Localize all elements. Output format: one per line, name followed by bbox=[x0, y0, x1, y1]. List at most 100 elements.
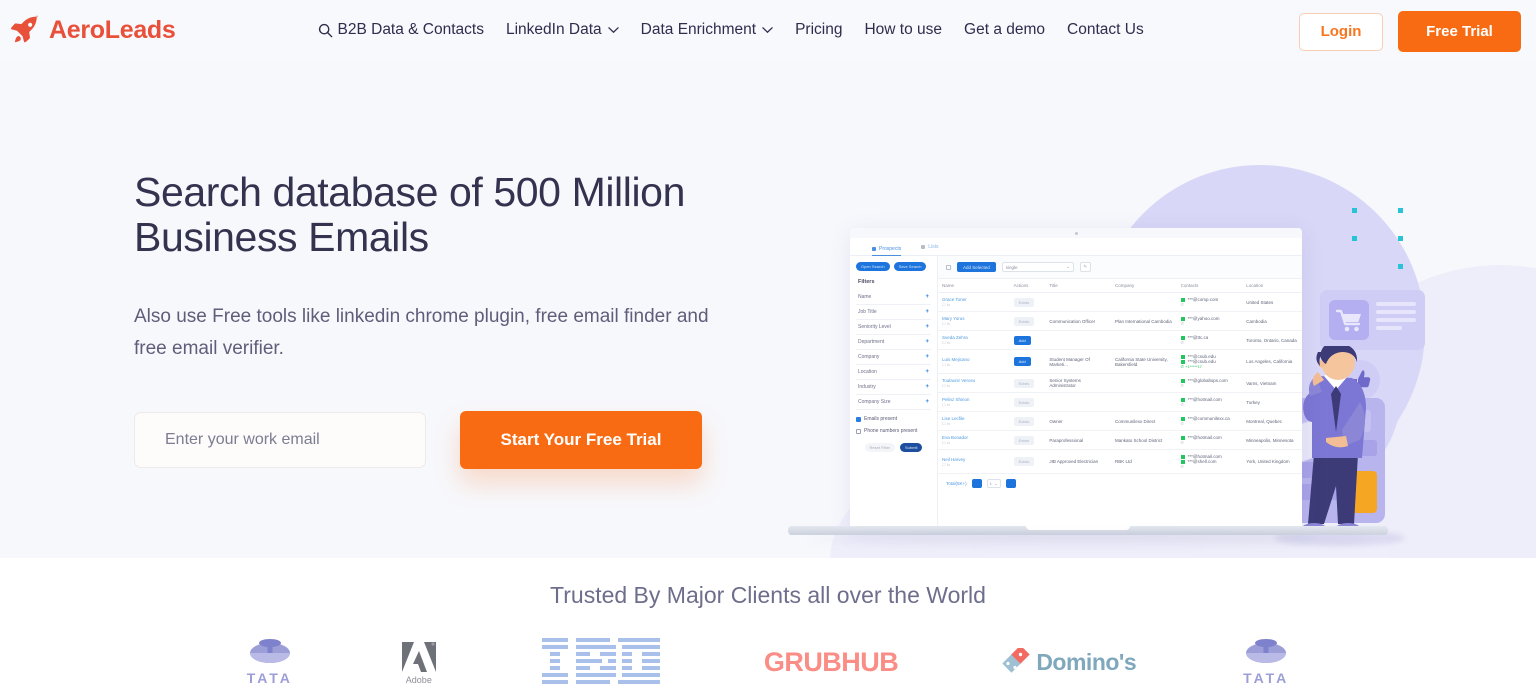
row-company: Plan International Cambodia bbox=[1111, 311, 1177, 331]
select-all-checkbox[interactable] bbox=[946, 264, 951, 270]
nav-item-pricing[interactable]: Pricing bbox=[784, 15, 853, 45]
filter-label: Location bbox=[858, 369, 877, 375]
filter-row-job-title[interactable]: Job Title + bbox=[856, 305, 931, 320]
row-company: California State University, Bakersfield bbox=[1111, 349, 1177, 374]
row-company bbox=[1111, 392, 1177, 412]
filter-row-company-size[interactable]: Company Size + bbox=[856, 395, 931, 410]
table-row[interactable]: Toulaxnir Veroso ☐ in Exists Senior Syste… bbox=[938, 373, 1302, 393]
row-action[interactable]: Exists bbox=[1013, 378, 1035, 388]
save-search-button[interactable]: Save Search bbox=[893, 262, 927, 271]
checkbox-label: Emails present bbox=[864, 416, 898, 422]
free-trial-button[interactable]: Free Trial bbox=[1398, 11, 1521, 52]
app-body: Open Search Save Search Filters Name + J… bbox=[850, 256, 1302, 530]
row-name[interactable]: Lise Lecfile bbox=[942, 416, 1006, 421]
row-name[interactable]: Mary Yorus bbox=[942, 316, 1006, 321]
row-location: United States bbox=[1242, 292, 1302, 312]
edit-icon[interactable]: ✎ bbox=[1079, 262, 1091, 272]
checkbox-label: Phone numbers present bbox=[864, 428, 918, 434]
submit-button[interactable]: Submit bbox=[900, 443, 923, 452]
tab-prospects[interactable]: Prospects bbox=[872, 238, 902, 256]
nav-item-contact-us[interactable]: Contact Us bbox=[1056, 15, 1155, 45]
filter-row-location[interactable]: Location + bbox=[856, 365, 931, 380]
tata-logo-text: TATA bbox=[1243, 670, 1290, 686]
dominos-logo-text: Domino's bbox=[1036, 648, 1137, 675]
table-row[interactable]: Neil Harvey ☐ in Exists JIB Approved Elec… bbox=[938, 449, 1302, 474]
row-action[interactable]: Exists bbox=[1013, 416, 1035, 426]
row-action[interactable]: Exists bbox=[1013, 297, 1035, 307]
row-action[interactable]: Exists bbox=[1013, 316, 1035, 326]
row-email: ***@comp.com bbox=[1187, 297, 1219, 302]
list-select[interactable]: single ⌄ bbox=[1001, 262, 1074, 272]
brand-logo[interactable]: AeroLeads bbox=[10, 15, 176, 45]
nav-item-data-enrichment[interactable]: Data Enrichment bbox=[630, 15, 784, 45]
row-name[interactable]: Pelinz Shinon bbox=[942, 397, 1006, 402]
tab-lists[interactable]: Lists bbox=[921, 244, 939, 250]
table-row[interactable]: Lise Lecfile ☐ in Exists Owner Communilex… bbox=[938, 411, 1302, 431]
tata-logo-icon bbox=[1246, 639, 1287, 663]
login-button[interactable]: Login bbox=[1299, 12, 1383, 51]
nav-item-b2b-data-contacts[interactable]: B2B Data & Contacts bbox=[314, 15, 495, 45]
row-action[interactable]: Exists bbox=[1013, 457, 1035, 466]
row-location: Vams, Vietnam bbox=[1242, 373, 1302, 393]
filter-row-company[interactable]: Company + bbox=[856, 350, 931, 365]
hero-subtitle: Also use Free tools like linkedin chrome… bbox=[134, 306, 709, 360]
row-action[interactable]: Exists bbox=[1013, 397, 1035, 407]
nav-label: LinkedIn Data bbox=[505, 21, 602, 38]
open-search-button[interactable]: Open Search bbox=[856, 262, 890, 271]
prev-page-button[interactable] bbox=[971, 479, 982, 488]
row-name[interactable]: Eva Bonador bbox=[942, 435, 1006, 440]
row-name[interactable]: Sveda Zehra bbox=[942, 335, 1006, 340]
nav-label: Pricing bbox=[795, 21, 843, 38]
client-logos: TATA Adobe GRUBHUB Domino's TATA bbox=[0, 637, 1536, 687]
plus-icon: + bbox=[925, 354, 929, 360]
nav-item-linkedin-data[interactable]: LinkedIn Data bbox=[495, 15, 630, 45]
table-row[interactable]: Mary Yorus ☐ in Exists Communication Offi… bbox=[938, 311, 1302, 331]
row-name[interactable]: Luis Mejicano bbox=[942, 357, 1006, 362]
logo-tata-2: TATA bbox=[1240, 637, 1292, 687]
phone-icon: ✆ bbox=[1180, 464, 1184, 469]
table-row[interactable]: Pelinz Shinon ☐ in Exists ***@hotmail.com… bbox=[938, 392, 1302, 412]
row-name[interactable]: Grace Toner bbox=[942, 297, 1006, 302]
table-row[interactable]: Sveda Zehra ☐ in Add ***@ttc.ca ✆ Toronto,… bbox=[938, 330, 1302, 350]
row-action[interactable]: Add bbox=[1013, 335, 1031, 345]
page-select[interactable]: 1 ⌄ bbox=[986, 479, 1001, 488]
filter-actions: Reset Filter Submit bbox=[856, 443, 931, 452]
row-social-icons: ☐ in bbox=[942, 361, 950, 367]
row-name[interactable]: Neil Harvey bbox=[942, 457, 1006, 462]
grubhub-logo-text: GRUBHUB bbox=[763, 646, 899, 677]
filter-row-department[interactable]: Department + bbox=[856, 335, 931, 350]
email-status-icon bbox=[1180, 354, 1185, 359]
filter-row-industry[interactable]: Industry + bbox=[856, 380, 931, 395]
table-row[interactable]: Eva Bonador ☐ in Exists Paraprofessional … bbox=[938, 430, 1302, 450]
filter-row-name[interactable]: Name + bbox=[856, 290, 931, 305]
row-name[interactable]: Toulaxnir Veroso bbox=[942, 378, 1006, 383]
plus-icon: + bbox=[925, 369, 929, 375]
table-row[interactable]: Grace Toner ☐ in Exists ***@comp.com ✆ Uni… bbox=[938, 292, 1302, 312]
row-action[interactable]: Exists bbox=[1013, 435, 1035, 445]
checkbox-emails-present[interactable]: Emails present bbox=[856, 416, 931, 422]
next-page-button[interactable] bbox=[1005, 479, 1016, 488]
checkbox-phone-numbers-present[interactable]: Phone numbers present bbox=[856, 428, 931, 434]
page-title: Search database of 500 Million Business … bbox=[134, 169, 685, 260]
chevron-down-icon bbox=[607, 27, 619, 34]
nav-item-get-a-demo[interactable]: Get a demo bbox=[953, 15, 1056, 45]
reset-filter-button[interactable]: Reset Filter bbox=[864, 443, 895, 452]
row-social-icons: ☐ in bbox=[942, 302, 950, 307]
plus-icon: + bbox=[925, 294, 929, 300]
row-title: Paraprofessional bbox=[1045, 430, 1112, 450]
logo-ibm bbox=[541, 637, 660, 687]
row-email: ***@yahoo.com bbox=[1187, 316, 1220, 321]
filter-label: Seniority Level bbox=[858, 324, 891, 330]
email-field[interactable] bbox=[134, 412, 426, 469]
hero-signup-form: Start Your Free Trial bbox=[134, 411, 754, 470]
app-tabs: Prospects Lists bbox=[850, 238, 1302, 256]
col-location: Location bbox=[1242, 278, 1302, 293]
plus-icon: + bbox=[925, 384, 929, 390]
nav-item-how-to-use[interactable]: How to use bbox=[853, 15, 953, 45]
table-row[interactable]: Luis Mejicano ☐ in Add Student Manager Of… bbox=[938, 349, 1302, 374]
start-free-trial-button[interactable]: Start Your Free Trial bbox=[460, 411, 702, 470]
email-status-icon bbox=[1180, 359, 1185, 364]
add-selected-button[interactable]: Add Selected bbox=[957, 262, 996, 272]
row-action[interactable]: Add bbox=[1013, 357, 1031, 366]
filter-row-seniority-level[interactable]: Seniority Level + bbox=[856, 320, 931, 335]
